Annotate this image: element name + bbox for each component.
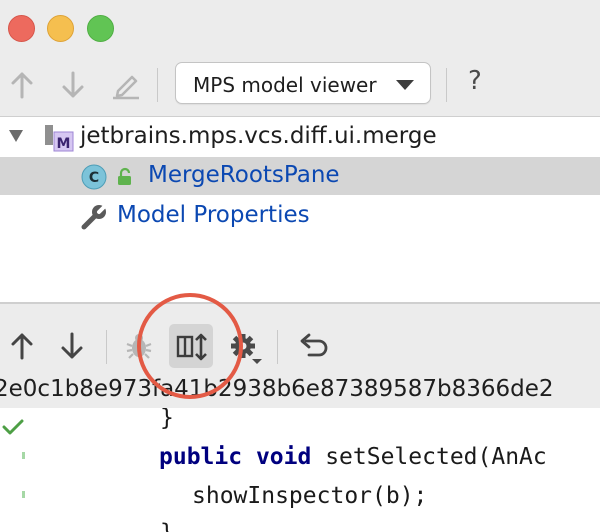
next-change-icon[interactable]	[59, 331, 85, 361]
code-line-2: public void setSelected(AnAc	[159, 444, 547, 470]
unlock-icon	[118, 167, 131, 185]
toolbar-separator	[446, 68, 447, 102]
change-marker	[22, 491, 25, 498]
tree-root-label: jetbrains.mps.vcs.diff.ui.merge	[80, 123, 437, 149]
code-line-3: showInspector(b);	[192, 483, 428, 509]
toolbar-separator	[277, 330, 278, 364]
close-window-button[interactable]	[8, 15, 35, 42]
arrow-down-icon[interactable]	[59, 70, 87, 100]
code-editor[interactable]: } public void setSelected(AnAc showInspe…	[0, 408, 600, 532]
tree-expand-icon[interactable]	[8, 129, 24, 143]
view-selector-dropdown[interactable]: MPS model viewer	[175, 62, 431, 104]
window-titlebar	[0, 0, 600, 54]
code-line-4: }	[160, 520, 174, 532]
diff-toolbar	[0, 304, 600, 374]
model-tree: M jetbrains.mps.vcs.diff.ui.merge C Merg…	[0, 117, 600, 302]
checkmark-icon	[2, 419, 24, 435]
previous-change-icon[interactable]	[9, 331, 35, 361]
tree-row-class[interactable]: C MergeRootsPane	[0, 157, 600, 195]
keyword-public: public	[159, 444, 243, 470]
class-icon: C	[81, 164, 107, 190]
tree-row-model[interactable]: M jetbrains.mps.vcs.diff.ui.merge	[0, 118, 600, 156]
class-badge-letter: C	[89, 170, 99, 186]
tree-properties-label: Model Properties	[117, 202, 310, 228]
zoom-window-button[interactable]	[87, 15, 114, 42]
top-toolbar: MPS model viewer ?	[0, 54, 600, 117]
bug-icon[interactable]	[124, 332, 154, 362]
toolbar-separator	[157, 68, 158, 102]
arrow-up-icon[interactable]	[8, 70, 36, 100]
columns-sync-scroll-icon	[176, 333, 207, 361]
dropdown-arrow-icon	[252, 359, 262, 364]
change-marker	[22, 452, 25, 459]
tree-class-label: MergeRootsPane	[148, 162, 340, 188]
wrench-icon	[81, 203, 108, 230]
chevron-down-icon	[396, 80, 414, 90]
model-icon: M	[45, 125, 74, 152]
minimize-window-button[interactable]	[47, 15, 74, 42]
keyword-void: void	[255, 444, 312, 470]
view-selector-value: MPS model viewer	[193, 73, 377, 97]
help-button[interactable]: ?	[468, 66, 482, 96]
model-badge-letter: M	[57, 136, 71, 152]
tree-row-properties[interactable]: Model Properties	[0, 197, 600, 235]
toolbar-separator	[106, 330, 107, 364]
revision-hash: 2e0c1b8e973fa41b2938b6e87389587b8366de2	[0, 376, 554, 402]
undo-icon[interactable]	[296, 332, 328, 362]
code-line-1: }	[160, 408, 174, 431]
revision-header: 2e0c1b8e973fa41b2938b6e87389587b8366de2	[0, 374, 600, 408]
method-signature: setSelected(AnAc	[311, 444, 547, 470]
side-by-side-viewer-button[interactable]	[169, 324, 213, 368]
edit-pencil-icon[interactable]	[110, 70, 142, 100]
gear-icon[interactable]	[228, 331, 264, 367]
